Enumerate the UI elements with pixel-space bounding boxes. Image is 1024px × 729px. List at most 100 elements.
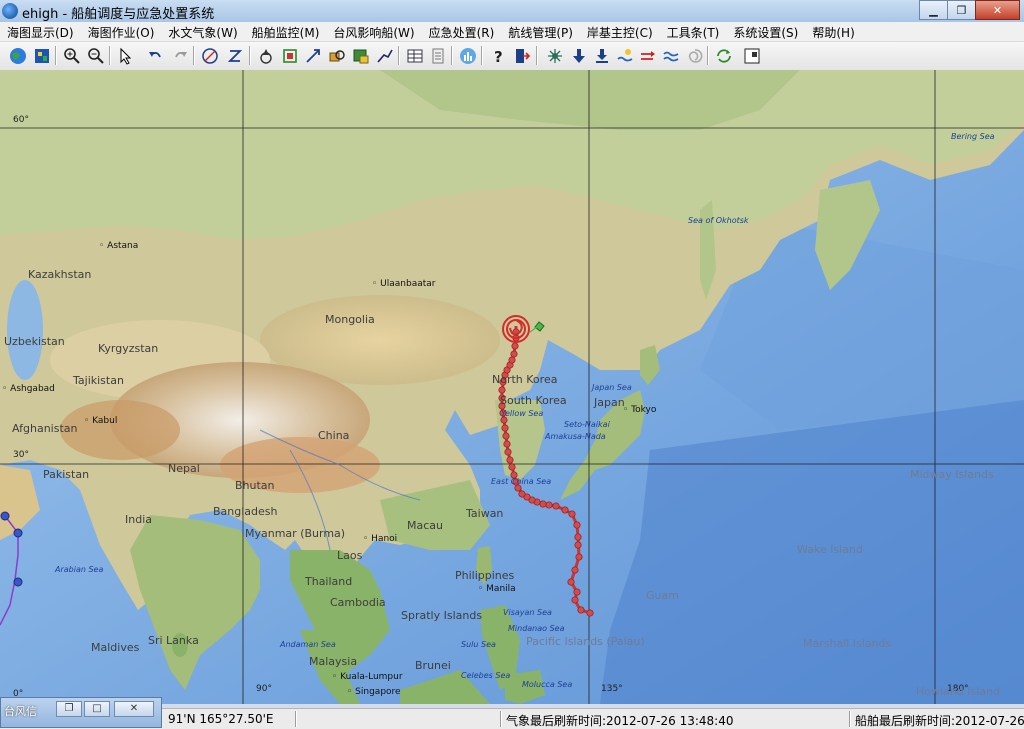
zoom-in-icon[interactable]: [61, 45, 82, 66]
route-cross-icon[interactable]: [302, 45, 323, 66]
country-label: North Korea: [492, 373, 558, 386]
cursor-coordinates: 91'N 165°27.50'E: [168, 712, 274, 726]
statistics-icon[interactable]: [457, 45, 478, 66]
country-label: Bhutan: [235, 479, 275, 492]
menu-hydro-meteo[interactable]: 水文气象(W): [161, 22, 244, 41]
grid-label-lon90: 90°: [256, 684, 272, 694]
restore-button[interactable]: ❐: [947, 0, 976, 20]
minimize-button[interactable]: ▁: [919, 0, 948, 20]
country-label: Philippines: [455, 569, 515, 582]
island-label: Wake Island: [797, 543, 863, 556]
measure-z-icon[interactable]: [224, 45, 245, 66]
sea-label: Yellow Sea: [501, 409, 544, 418]
sea-label: Sulu Sea: [461, 640, 496, 649]
country-label: Macau: [407, 519, 443, 532]
line-tool-icon[interactable]: [374, 45, 395, 66]
country-label: Laos: [337, 549, 363, 562]
map-view[interactable]: 60° 30° 0° 90° 135° 180° Kazakhstan Mong…: [0, 70, 1024, 704]
arrow-down-icon[interactable]: [568, 45, 589, 66]
close-button[interactable]: ✕: [975, 0, 1020, 20]
menu-emergency[interactable]: 应急处置(R): [422, 22, 502, 41]
menu-route-mgmt[interactable]: 航线管理(P): [501, 22, 580, 41]
country-label: Afghanistan: [12, 422, 78, 435]
typhoon-info-title: 台风信: [4, 705, 37, 718]
city-label: ◦ Singapore: [347, 687, 401, 697]
ship-track-icon[interactable]: [255, 45, 276, 66]
chart-layers-icon[interactable]: [31, 45, 52, 66]
menu-ship-monitor[interactable]: 船舶监控(M): [245, 22, 327, 41]
sea-label: Bering Sea: [951, 132, 995, 141]
document-icon[interactable]: [427, 45, 448, 66]
measure-circle-icon[interactable]: [199, 45, 220, 66]
city-label: ◦ Hanoi: [363, 534, 398, 544]
toolbar: ?: [0, 42, 1024, 71]
mini-maximize-button[interactable]: □: [84, 701, 110, 717]
country-label: Thailand: [305, 575, 353, 588]
country-label: Japan: [594, 396, 625, 409]
window-icon[interactable]: [741, 45, 762, 66]
country-label: Malaysia: [309, 655, 358, 668]
wave-icon[interactable]: [660, 45, 681, 66]
island-label: Howland Island: [916, 685, 1000, 698]
menu-help[interactable]: 帮助(H): [805, 22, 861, 41]
ship-refresh-time: 船舶最后刷新时间:2012-07-26: [855, 714, 1024, 728]
country-label: Tajikistan: [73, 374, 124, 387]
redo-icon[interactable]: [170, 45, 191, 66]
sea-label: Mindanao Sea: [508, 624, 565, 633]
sea-label: Arabian Sea: [55, 565, 104, 574]
sea-label: Sea of Okhotsk: [688, 216, 749, 225]
globe-icon[interactable]: [7, 45, 28, 66]
vortex-icon[interactable]: [684, 45, 705, 66]
sea-label: Japan Sea: [592, 383, 632, 392]
sea-label: Celebes Sea: [461, 671, 511, 680]
city-label: ◦ Kabul: [84, 416, 118, 426]
country-label: South Korea: [500, 394, 567, 407]
ship-select-icon[interactable]: [279, 45, 300, 66]
help-icon[interactable]: ?: [487, 45, 508, 66]
island-label-spratly: Spratly Islands: [401, 609, 483, 622]
menu-chart-display[interactable]: 海图显示(D): [0, 22, 81, 41]
arrow-down-bar-icon[interactable]: [591, 45, 612, 66]
city-label: ◦ Ashgabad: [2, 384, 55, 394]
sea-label: Molucca Sea: [522, 680, 573, 689]
country-label: Maldives: [91, 641, 140, 654]
menu-shore-control[interactable]: 岸基主控(C): [580, 22, 660, 41]
city-label: ◦ Tokyo: [623, 405, 657, 415]
exit-icon[interactable]: [511, 45, 532, 66]
menu-typhoon-ships[interactable]: 台风影响船(W): [326, 22, 421, 41]
current-icon[interactable]: [637, 45, 658, 66]
country-label: Uzbekistan: [4, 335, 65, 348]
tide-icon[interactable]: [614, 45, 635, 66]
country-label: Pakistan: [43, 468, 90, 481]
find-ship-icon[interactable]: [326, 45, 347, 66]
ship-list-icon[interactable]: [350, 45, 371, 66]
typhoon-info-window[interactable]: 台风信 ❐ □ ✕: [0, 697, 162, 728]
country-label: Myanmar (Burma): [245, 527, 346, 540]
country-label: Kyrgyzstan: [98, 342, 159, 355]
grid-label-lon135: 135°: [601, 684, 623, 694]
select-arrow-icon[interactable]: [115, 45, 136, 66]
svg-text:?: ?: [494, 48, 503, 65]
sea-label: Seto-Naikai: [564, 420, 610, 429]
mini-restore-button[interactable]: ❐: [56, 701, 82, 717]
city-label: ◦ Ulaanbaatar: [372, 279, 436, 289]
menu-chart-operation[interactable]: 海图作业(O): [81, 22, 162, 41]
table-icon[interactable]: [404, 45, 425, 66]
menu-settings[interactable]: 系统设置(S): [726, 22, 805, 41]
window-title: ehigh - 船舶调度与应急处置系统: [22, 7, 215, 22]
typhoon-icon[interactable]: [544, 45, 565, 66]
sea-label: East China Sea: [491, 477, 552, 486]
grid-label-lat60: 60°: [13, 115, 29, 125]
sea-label: Andaman Sea: [280, 640, 336, 649]
undo-icon[interactable]: [144, 45, 165, 66]
country-label: Bangladesh: [213, 505, 278, 518]
country-label: India: [125, 513, 152, 526]
menu-toolbar[interactable]: 工具条(T): [660, 22, 727, 41]
grid-label-lat30: 30°: [13, 450, 29, 460]
country-label: Nepal: [168, 462, 200, 475]
zoom-out-icon[interactable]: [85, 45, 106, 66]
mini-close-button[interactable]: ✕: [114, 701, 154, 717]
island-label: Guam: [646, 589, 679, 602]
refresh-icon[interactable]: [713, 45, 734, 66]
city-label: ◦ Manila: [478, 584, 516, 594]
